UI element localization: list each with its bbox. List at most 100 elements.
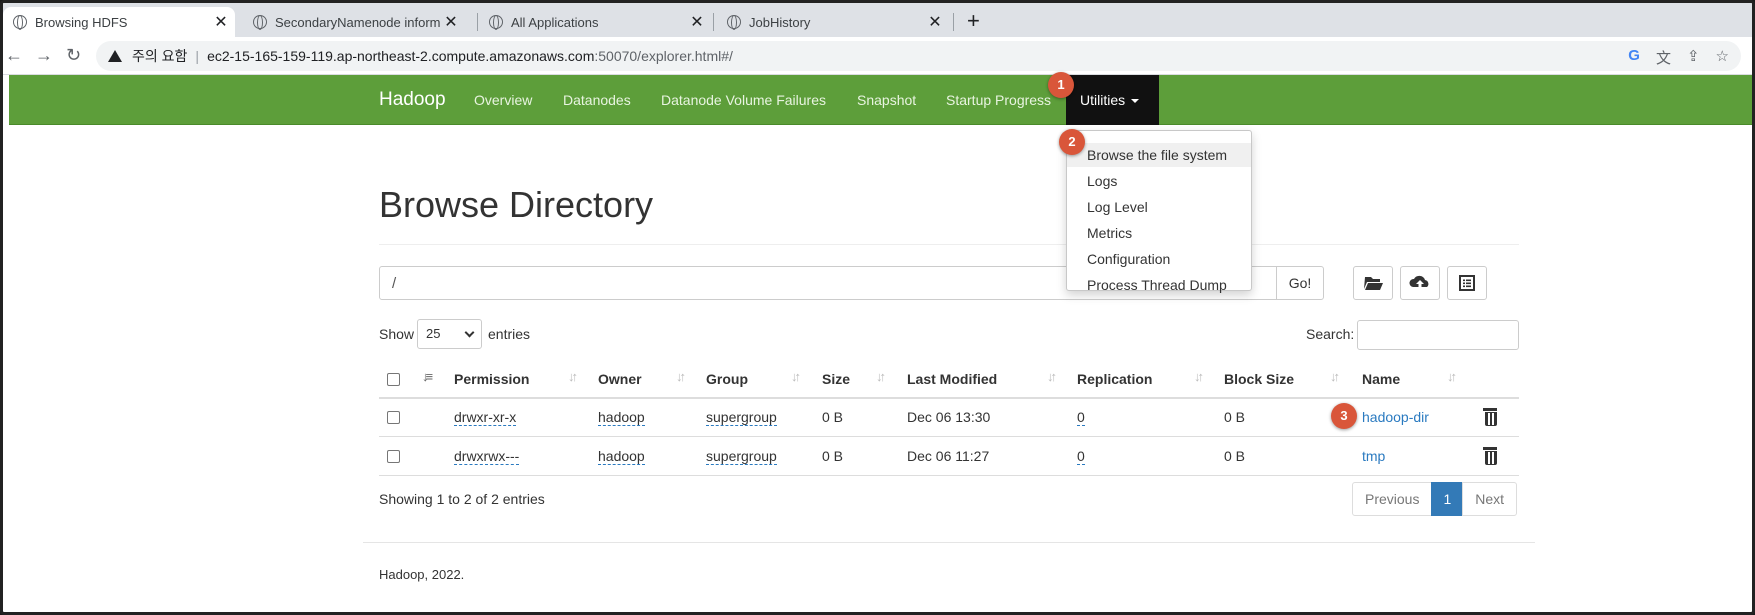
tab-jobhistory[interactable]: JobHistory ✕ <box>717 7 949 37</box>
nav-startup-progress[interactable]: Startup Progress <box>946 92 1051 108</box>
create-directory-button[interactable] <box>1353 266 1393 300</box>
sort-icon[interactable]: ↓↑ <box>568 369 578 384</box>
tab-all-applications[interactable]: All Applications ✕ <box>479 7 711 37</box>
tab-title: All Applications <box>511 14 599 30</box>
name-link[interactable]: hadoop-dir <box>1362 409 1429 425</box>
tab-title: JobHistory <box>749 14 811 30</box>
trash-icon[interactable] <box>1483 408 1497 426</box>
security-warning[interactable]: 주의 요함 <box>132 46 187 66</box>
sort-icon[interactable]: ↓↑ <box>876 369 886 384</box>
tab-title: SecondaryNamenode information <box>275 14 441 30</box>
nav-datanode-volume-failures[interactable]: Datanode Volume Failures <box>661 92 826 108</box>
search-input[interactable] <box>1357 320 1519 350</box>
select-all-checkbox[interactable] <box>387 373 400 386</box>
sort-icon[interactable]: ↓↑ <box>1330 369 1340 384</box>
column-permission[interactable]: Permission <box>454 371 529 387</box>
column-size[interactable]: Size <box>822 371 850 387</box>
entries-select[interactable]: 25 <box>417 319 482 349</box>
replication-cell[interactable]: 0 <box>1077 409 1085 426</box>
tab-secondarynamenode[interactable]: SecondaryNamenode information ✕ <box>243 7 465 37</box>
caret-down-icon <box>1131 99 1140 104</box>
nav-datanodes[interactable]: Datanodes <box>563 92 631 108</box>
table-row: drwxrwx--- hadoop supergroup 0 B Dec 06 … <box>379 438 1519 476</box>
address-bar[interactable]: 주의 요함 | ec2-15-165-159-119.ap-northeast-… <box>96 41 1741 71</box>
footer-text: Hadoop, 2022. <box>379 567 465 582</box>
globe-icon <box>727 15 741 30</box>
sort-icon[interactable]: ↓↑ <box>791 369 801 384</box>
next-page-button[interactable]: Next <box>1462 482 1518 516</box>
column-group[interactable]: Group <box>706 371 748 387</box>
permission-cell[interactable]: drwxrwx--- <box>454 448 520 465</box>
column-owner[interactable]: Owner <box>598 371 642 387</box>
warning-icon[interactable] <box>108 50 122 62</box>
pagination: Previous 1 Next <box>1352 482 1518 516</box>
upload-files-button[interactable] <box>1400 266 1440 300</box>
share-icon[interactable]: ⇪ <box>1687 47 1700 68</box>
column-replication[interactable]: Replication <box>1077 371 1152 387</box>
sort-icon[interactable]: ↓↑ <box>1047 369 1057 384</box>
owner-cell[interactable]: hadoop <box>598 448 645 465</box>
column-name[interactable]: Name <box>1362 371 1400 387</box>
url-host: ec2-15-165-159-119.ap-northeast-2.comput… <box>207 48 595 64</box>
row-checkbox[interactable] <box>387 411 400 424</box>
nav-overview[interactable]: Overview <box>474 92 532 108</box>
block-size-cell: 0 B <box>1224 409 1246 425</box>
page-title: Browse Directory <box>379 184 654 225</box>
close-icon[interactable]: ✕ <box>687 12 707 32</box>
menu-browse-file-system[interactable]: Browse the file system <box>1067 143 1251 167</box>
search-label: Search: <box>1306 326 1355 342</box>
page-1-button[interactable]: 1 <box>1431 482 1464 516</box>
cut-paste-button[interactable] <box>1447 266 1487 300</box>
reload-icon[interactable]: ↻ <box>66 45 81 65</box>
brand-link[interactable]: Hadoop <box>379 89 446 111</box>
menu-logs[interactable]: Logs <box>1067 169 1251 193</box>
forward-icon[interactable]: → <box>35 45 53 65</box>
nav-snapshot[interactable]: Snapshot <box>857 92 916 108</box>
column-block-size[interactable]: Block Size <box>1224 371 1294 387</box>
translate-icon[interactable]: 文 <box>1656 47 1671 68</box>
globe-icon <box>13 15 27 30</box>
sort-icon[interactable]: ↓↑ <box>1194 369 1204 384</box>
new-tab-button[interactable]: + <box>967 9 980 33</box>
tab-browsing-hdfs[interactable]: Browsing HDFS ✕ <box>3 7 235 37</box>
name-link[interactable]: tmp <box>1362 448 1385 464</box>
show-label: Show <box>379 326 415 342</box>
group-cell[interactable]: supergroup <box>706 448 777 465</box>
browser-toolbar: ← → ↻ 주의 요함 | ec2-15-165-159-119.ap-nort… <box>3 37 1752 75</box>
group-cell[interactable]: supergroup <box>706 409 777 426</box>
menu-configuration[interactable]: Configuration <box>1067 247 1251 271</box>
permission-cell[interactable]: drwxr-xr-x <box>454 409 517 426</box>
menu-metrics[interactable]: Metrics <box>1067 221 1251 245</box>
hadoop-navbar: Hadoop Overview Datanodes Datanode Volum… <box>9 75 1752 125</box>
go-button[interactable]: Go! <box>1276 266 1324 300</box>
globe-icon <box>253 15 267 30</box>
previous-page-button[interactable]: Previous <box>1352 482 1433 516</box>
tab-separator <box>477 13 478 31</box>
modified-cell: Dec 06 11:27 <box>907 448 990 464</box>
column-last-modified[interactable]: Last Modified <box>907 371 997 387</box>
sort-icon[interactable]: ↓↑ <box>1447 369 1457 384</box>
close-icon[interactable]: ✕ <box>211 12 231 32</box>
close-icon[interactable]: ✕ <box>441 12 461 32</box>
row-checkbox[interactable] <box>387 450 400 463</box>
modified-cell: Dec 06 13:30 <box>907 409 991 425</box>
menu-log-level[interactable]: Log Level <box>1067 195 1251 219</box>
trash-icon[interactable] <box>1483 447 1497 465</box>
google-icon[interactable]: G <box>1628 47 1640 68</box>
back-icon[interactable]: ← <box>5 45 23 65</box>
tab-title: Browsing HDFS <box>35 14 128 30</box>
sort-icon[interactable]: ↓≡ <box>422 369 433 384</box>
utilities-dropdown: Browse the file system Logs Log Level Me… <box>1066 130 1252 293</box>
owner-cell[interactable]: hadoop <box>598 409 645 426</box>
menu-process-thread-dump[interactable]: Process Thread Dump <box>1067 273 1251 297</box>
bookmark-star-icon[interactable]: ☆ <box>1716 47 1729 68</box>
replication-cell[interactable]: 0 <box>1077 448 1085 465</box>
nav-utilities[interactable]: Utilities <box>1066 75 1159 125</box>
entries-select-value: 25 <box>426 326 441 341</box>
close-icon[interactable]: ✕ <box>925 12 945 32</box>
tab-separator <box>713 13 714 31</box>
folder-open-icon <box>1364 277 1383 290</box>
annotation-marker-1: 1 <box>1048 72 1074 98</box>
sort-icon[interactable]: ↓↑ <box>676 369 686 384</box>
globe-icon <box>489 15 503 30</box>
